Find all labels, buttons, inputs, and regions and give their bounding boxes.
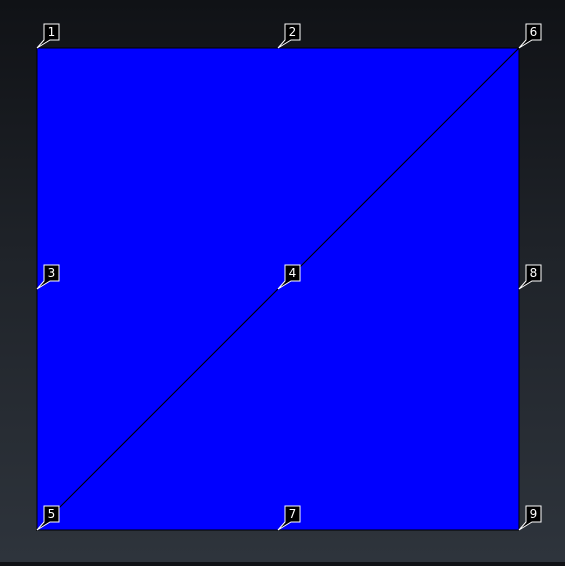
node-label-text: 6 [530,25,538,39]
node-label-9[interactable]: 9 [518,505,542,531]
node-label-text: 9 [530,507,538,521]
node-label-8[interactable]: 8 [518,264,542,290]
node-label-6[interactable]: 6 [518,23,542,49]
node-label-text: 1 [48,25,56,39]
node-label-text: 5 [48,507,56,521]
node-label-2[interactable]: 2 [277,23,301,49]
node-label-text: 7 [289,507,297,521]
node-label-1[interactable]: 1 [36,23,60,49]
node-label-text: 4 [289,266,297,280]
node-label-text: 8 [530,266,538,280]
mesh-diagram[interactable]: 1 2 3 4 5 6 7 8 9 [0,0,565,562]
graphics-viewport[interactable]: 1 2 3 4 5 6 7 8 9 [0,0,565,562]
node-label-text: 2 [289,25,297,39]
node-label-text: 3 [48,266,56,280]
